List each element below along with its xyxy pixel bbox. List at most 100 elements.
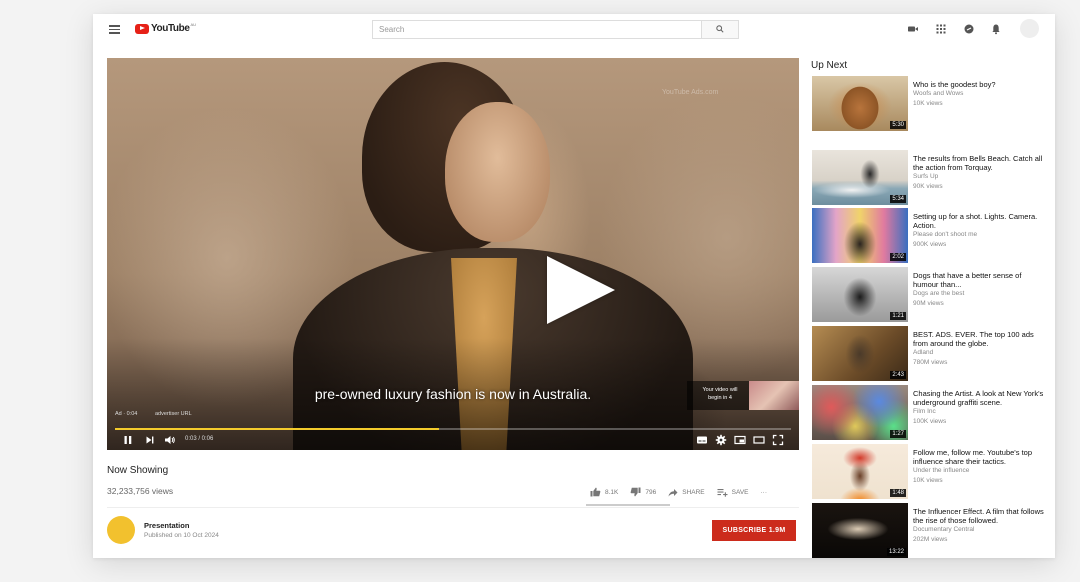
recommended-video-item[interactable]: 1:48 Follow me, follow me. Youtube's top… xyxy=(812,444,1048,499)
share-arrow-icon xyxy=(668,488,678,496)
recommended-video-channel: Under the influence xyxy=(913,467,970,474)
hamburger-menu-icon[interactable] xyxy=(109,25,120,34)
top-bar: YouTube AU Search xyxy=(93,14,1055,46)
dislike-button[interactable]: 796 xyxy=(630,487,656,497)
video-duration: 1:21 xyxy=(890,312,906,320)
recommended-video-item[interactable]: 2:43 BEST. ADS. EVER. The top 100 ads fr… xyxy=(812,326,1048,381)
recommended-video-title: Dogs that have a better sense of humour … xyxy=(913,271,1022,289)
search-button[interactable] xyxy=(702,20,739,39)
recommended-video-views: 900K views xyxy=(913,241,947,248)
subscribe-button[interactable]: SUBSCRIBE 1.9M xyxy=(712,520,796,541)
volume-icon[interactable] xyxy=(164,434,176,446)
progress-fill xyxy=(115,428,440,430)
account-avatar[interactable] xyxy=(1020,19,1039,38)
share-button[interactable]: SHARE xyxy=(668,488,705,497)
video-duration: 1:48 xyxy=(890,489,906,497)
recommended-video-title: Chasing the Artist. A look at New York's… xyxy=(913,389,1044,407)
youtube-logo[interactable]: YouTube AU xyxy=(135,22,197,34)
up-next-heading: Up Next xyxy=(811,60,848,71)
view-count: 32,233,756 views xyxy=(107,486,174,496)
theater-mode-icon[interactable] xyxy=(753,434,765,446)
skip-text-line-1: Your video will xyxy=(702,387,738,393)
recommended-video-item[interactable]: 5:34 The results from Bells Beach. Catch… xyxy=(812,150,1048,205)
fullscreen-icon[interactable] xyxy=(772,434,784,446)
messages-icon[interactable] xyxy=(963,23,975,35)
logo-region: AU xyxy=(190,22,197,27)
video-player[interactable]: YouTube Ads.com pre-owned luxury fashion… xyxy=(107,58,799,450)
like-button[interactable]: 8.1K xyxy=(590,487,618,497)
settings-gear-icon[interactable] xyxy=(715,434,727,446)
divider xyxy=(107,507,799,508)
video-duration: 5:34 xyxy=(890,195,906,203)
ad-skip-preview[interactable]: Your video will begin in 4 xyxy=(687,381,799,410)
recommended-video-title: The Influencer Effect. A film that follo… xyxy=(913,507,1044,525)
recommended-video-item[interactable]: 1:27 Chasing the Artist. A look at New Y… xyxy=(812,385,1048,440)
logo-text: YouTube xyxy=(151,23,190,34)
recommended-video-item[interactable]: 13:22 The Influencer Effect. A film that… xyxy=(812,503,1048,558)
recommended-video-title: The results from Bells Beach. Catch all … xyxy=(913,154,1043,172)
video-thumbnail: 13:22 xyxy=(812,503,908,558)
channel-name[interactable]: Presentation xyxy=(144,521,189,530)
recommended-video-title: Setting up for a shot. Lights. Camera. A… xyxy=(913,212,1038,230)
video-duration: 13:22 xyxy=(886,548,906,556)
video-thumbnail: 5:34 xyxy=(812,150,908,205)
thumbs-down-icon xyxy=(631,487,641,497)
recommended-video-views: 10K views xyxy=(913,100,943,107)
youtube-window: YouTube AU Search YouTube Ads.com pre-ow… xyxy=(93,14,1055,558)
recommended-video-channel: Documentary Central xyxy=(913,526,975,533)
recommended-video-channel: Please don't shoot me xyxy=(913,231,978,238)
recommended-video-title: BEST. ADS. EVER. The top 100 ads from ar… xyxy=(913,330,1034,348)
recommended-video-channel: Dogs are the best xyxy=(913,290,965,297)
more-actions-button[interactable]: ··· xyxy=(761,489,768,496)
video-duration: 2:02 xyxy=(890,253,906,261)
channel-avatar[interactable] xyxy=(107,516,135,544)
video-thumbnail: 1:48 xyxy=(812,444,908,499)
notifications-bell-icon[interactable] xyxy=(990,23,1002,35)
video-duration: 5:30 xyxy=(890,121,906,129)
time-display: 0:03 / 0:06 xyxy=(185,436,214,442)
video-thumbnail: 2:02 xyxy=(812,208,908,263)
recommended-video-channel: Woofs and Wows xyxy=(913,90,964,97)
apps-grid-icon[interactable] xyxy=(935,23,947,35)
large-play-icon[interactable] xyxy=(547,256,615,324)
share-label: SHARE xyxy=(682,488,705,496)
recommended-video-item[interactable]: 5:30 Who is the goodest boy? Woofs and W… xyxy=(812,76,1048,131)
recommended-video-views: 10K views xyxy=(913,477,943,484)
like-ratio-bar xyxy=(586,504,670,506)
recommended-video-views: 90M views xyxy=(913,300,944,307)
video-thumbnail: 1:21 xyxy=(812,267,908,322)
more-actions-icon: ··· xyxy=(760,488,768,496)
recommended-video-title: Follow me, follow me. Youtube's top infl… xyxy=(913,448,1032,466)
youtube-play-logo-icon xyxy=(135,23,149,34)
progress-bar[interactable] xyxy=(115,428,791,430)
video-duration: 1:27 xyxy=(890,430,906,438)
thumbs-up-icon xyxy=(590,487,601,497)
like-count: 8.1K xyxy=(605,488,619,496)
video-thumbnail: 1:27 xyxy=(812,385,908,440)
skip-countdown-text: Your video will begin in 4 xyxy=(693,387,747,402)
dislike-count: 796 xyxy=(645,488,657,496)
subtitles-icon[interactable] xyxy=(696,434,708,446)
video-title: Now Showing xyxy=(107,465,169,476)
pause-icon[interactable] xyxy=(123,434,133,446)
recommended-video-channel: Film Inc xyxy=(913,408,936,415)
recommended-video-item[interactable]: 1:21 Dogs that have a better sense of hu… xyxy=(812,267,1048,322)
recommended-video-item[interactable]: 2:02 Setting up for a shot. Lights. Came… xyxy=(812,208,1048,263)
next-video-thumbnail xyxy=(749,381,799,410)
recommended-video-title: Who is the goodest boy? xyxy=(913,80,996,89)
save-button[interactable]: SAVE xyxy=(717,488,749,497)
recommended-video-views: 780M views xyxy=(913,359,948,366)
advertiser-url-link[interactable]: advertiser URL xyxy=(155,411,192,417)
video-camera-icon[interactable] xyxy=(907,23,919,35)
search-icon xyxy=(716,25,724,33)
next-icon[interactable] xyxy=(145,434,155,446)
recommended-video-views: 202M views xyxy=(913,536,948,543)
video-actions: 8.1K 796 SHARE SAVE ··· xyxy=(590,485,767,499)
recommended-video-channel: Adland xyxy=(913,349,934,356)
search-input[interactable]: Search xyxy=(372,20,702,39)
miniplayer-icon[interactable] xyxy=(734,434,746,446)
save-label: SAVE xyxy=(731,488,749,496)
video-frame-face xyxy=(445,102,550,242)
skip-text-line-2: begin in 4 xyxy=(708,394,732,401)
recommended-video-channel: Surfs Up xyxy=(913,173,939,180)
